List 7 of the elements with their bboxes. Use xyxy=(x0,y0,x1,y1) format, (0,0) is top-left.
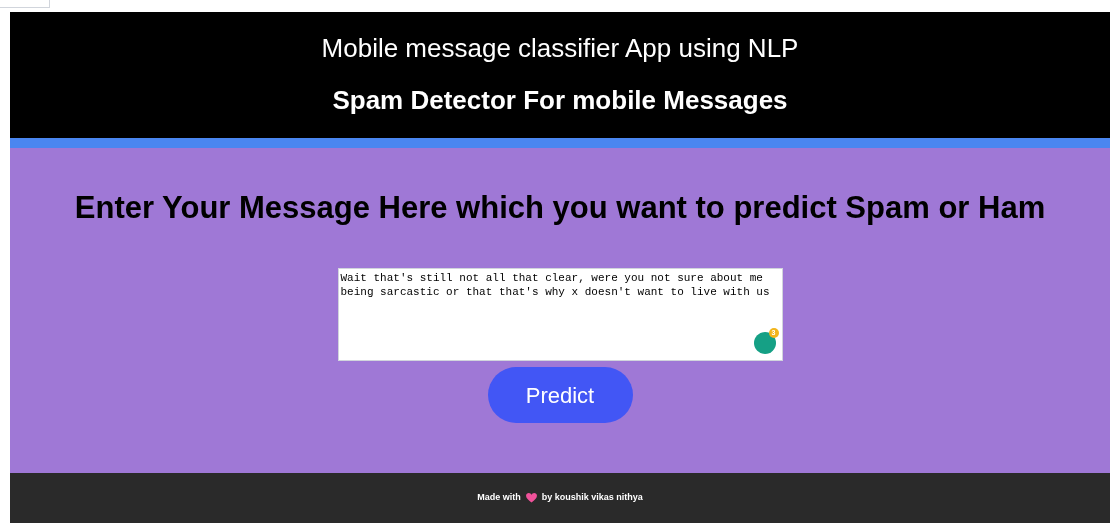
prompt-heading: Enter Your Message Here which you want to predict Spam or Ham xyxy=(73,189,1047,227)
app-subtitle: Spam Detector For mobile Messages xyxy=(332,84,788,116)
heart-icon xyxy=(525,493,537,503)
footer-text: Made with xyxy=(477,491,521,505)
app-title: Mobile message classifier App using NLP xyxy=(321,32,799,64)
predict-button[interactable]: Predict xyxy=(487,367,633,423)
footer-text: by koushik vikas nithya xyxy=(541,491,643,505)
